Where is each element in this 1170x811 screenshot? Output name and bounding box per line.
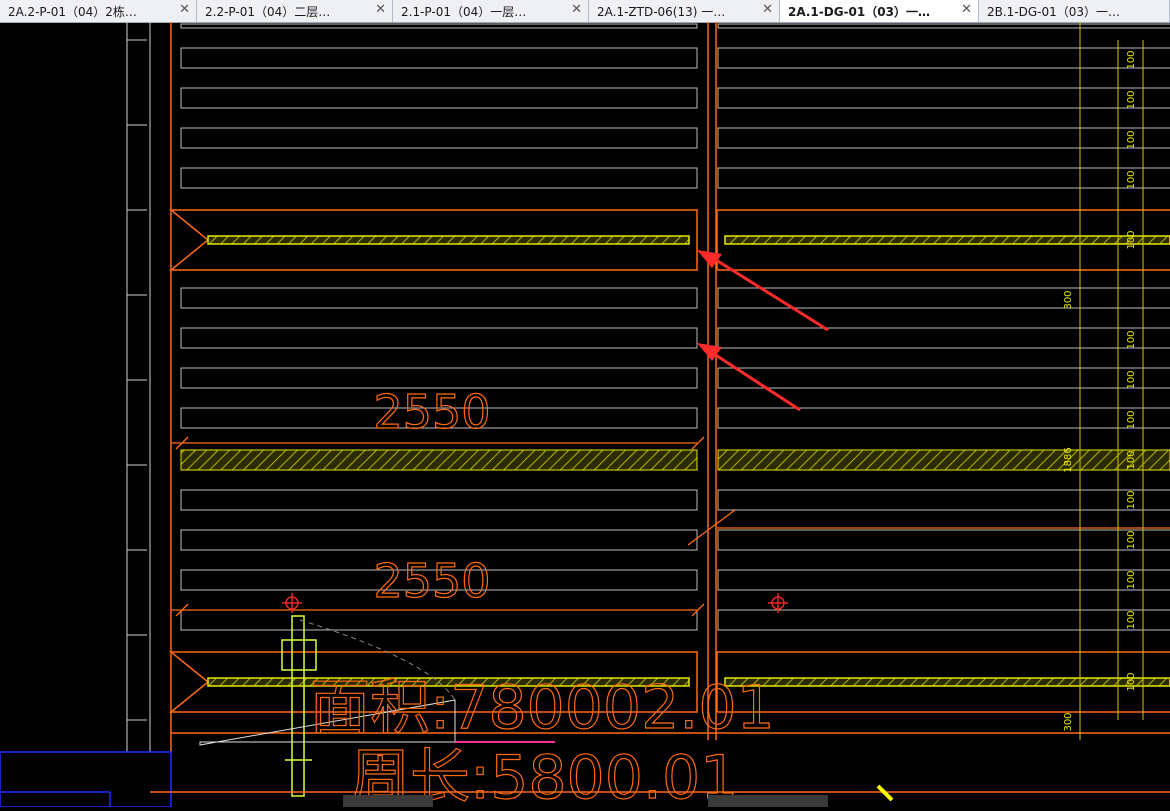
side-dimension-label: 300 xyxy=(1063,712,1074,731)
cad-drawing[interactable]: 2550 2550 100100100100100300100100100100… xyxy=(0,22,1170,811)
close-icon[interactable]: ✕ xyxy=(961,2,972,17)
close-icon[interactable]: ✕ xyxy=(571,2,582,17)
close-icon[interactable]: ✕ xyxy=(179,2,190,17)
panel-row xyxy=(717,407,1170,429)
panel-rows-right xyxy=(717,23,1170,631)
panel-row xyxy=(717,489,1170,511)
close-icon[interactable]: ✕ xyxy=(375,2,386,17)
side-dimension-label: 100 xyxy=(1126,530,1137,549)
arrow-icon xyxy=(697,343,801,412)
side-dimension-labels: 100 100 100 100 100 300 100 100 100 100 1886 100 100… xyxy=(1063,50,1137,731)
panel-row xyxy=(180,87,698,109)
panel-row xyxy=(717,367,1170,389)
dimension-label-2550-upper: 2550 xyxy=(373,385,490,439)
side-dimension-label: 100 xyxy=(1126,370,1137,389)
tab-label: 2A.1-DG-01（03）一… xyxy=(788,5,930,19)
panel-row xyxy=(180,47,698,69)
tab-2-2-p-01[interactable]: 2.2-P-01（04）二层… ✕ xyxy=(197,0,393,22)
tab-2a-2-p-01[interactable]: 2A.2-P-01（04）2栋… ✕ xyxy=(0,0,197,22)
panel-row xyxy=(717,327,1170,349)
panel-row xyxy=(180,287,698,309)
panel-row xyxy=(180,609,698,631)
side-dimension-label: 100 xyxy=(1126,330,1137,349)
panel-row xyxy=(180,529,698,551)
tab-label: 2.2-P-01（04）二层… xyxy=(205,5,331,19)
panel-rows-left xyxy=(180,23,698,631)
side-dimension-label: 1886 xyxy=(1063,447,1074,472)
tab-2-1-p-01[interactable]: 2.1-P-01（04）一层… ✕ xyxy=(393,0,589,22)
panel-row xyxy=(180,127,698,149)
side-dimension-label: 100 xyxy=(1126,230,1137,249)
tab-2a-1-dg-01[interactable]: 2A.1-DG-01（03）一… ✕ xyxy=(780,0,979,22)
side-dimension-label: 300 xyxy=(1063,290,1074,309)
close-icon[interactable]: ✕ xyxy=(762,2,773,17)
panel-row xyxy=(717,569,1170,591)
dimension-label-2550-lower: 2550 xyxy=(373,554,490,608)
panel-row xyxy=(180,167,698,189)
panel-row xyxy=(180,327,698,349)
side-dimension-label: 100 xyxy=(1126,610,1137,629)
side-dimension-label: 100 xyxy=(1126,90,1137,109)
panel-row xyxy=(717,87,1170,109)
document-tab-bar: 2A.2-P-01（04）2栋… ✕ 2.2-P-01（04）二层… ✕ 2.1… xyxy=(0,0,1170,23)
side-dimension-label: 100 xyxy=(1126,130,1137,149)
side-dimension-label: 100 xyxy=(1126,490,1137,509)
panel-row xyxy=(717,47,1170,69)
beam-band-upper xyxy=(168,209,1170,271)
side-dimension-label: 100 xyxy=(1126,672,1137,691)
panel-row xyxy=(180,489,698,511)
area-label: 面积:780002.01 xyxy=(310,673,775,743)
tab-label: 2A.1-ZTD-06(13) 一… xyxy=(597,5,726,19)
panel-row xyxy=(717,127,1170,149)
side-dimension-label: 100 xyxy=(1126,570,1137,589)
tab-2a-1-ztd-06[interactable]: 2A.1-ZTD-06(13) 一… ✕ xyxy=(589,0,780,22)
panel-row xyxy=(717,529,1170,551)
panel-row xyxy=(180,23,698,29)
panel-row xyxy=(717,609,1170,631)
side-dimension-label: 100 xyxy=(1126,170,1137,189)
tab-label: 2.1-P-01（04）一层… xyxy=(401,5,527,19)
left-wall xyxy=(126,22,151,752)
tab-label: 2A.2-P-01（04）2栋… xyxy=(8,5,137,19)
tab-label: 2B.1-DG-01（03）一… xyxy=(987,5,1121,19)
panel-row xyxy=(717,23,1170,29)
cad-drawing-canvas[interactable]: 2550 2550 100 100 100 100 100 300 100 100 100 100… xyxy=(0,22,1170,811)
panel-row xyxy=(717,167,1170,189)
side-dimension-label: 100 xyxy=(1126,50,1137,69)
side-dimension-label: 100 xyxy=(1126,410,1137,429)
hatched-slab-band xyxy=(180,449,1170,471)
tab-2b-1-dg-01[interactable]: 2B.1-DG-01（03）一… xyxy=(979,0,1170,22)
side-dimension-label: 100 xyxy=(1126,450,1137,469)
